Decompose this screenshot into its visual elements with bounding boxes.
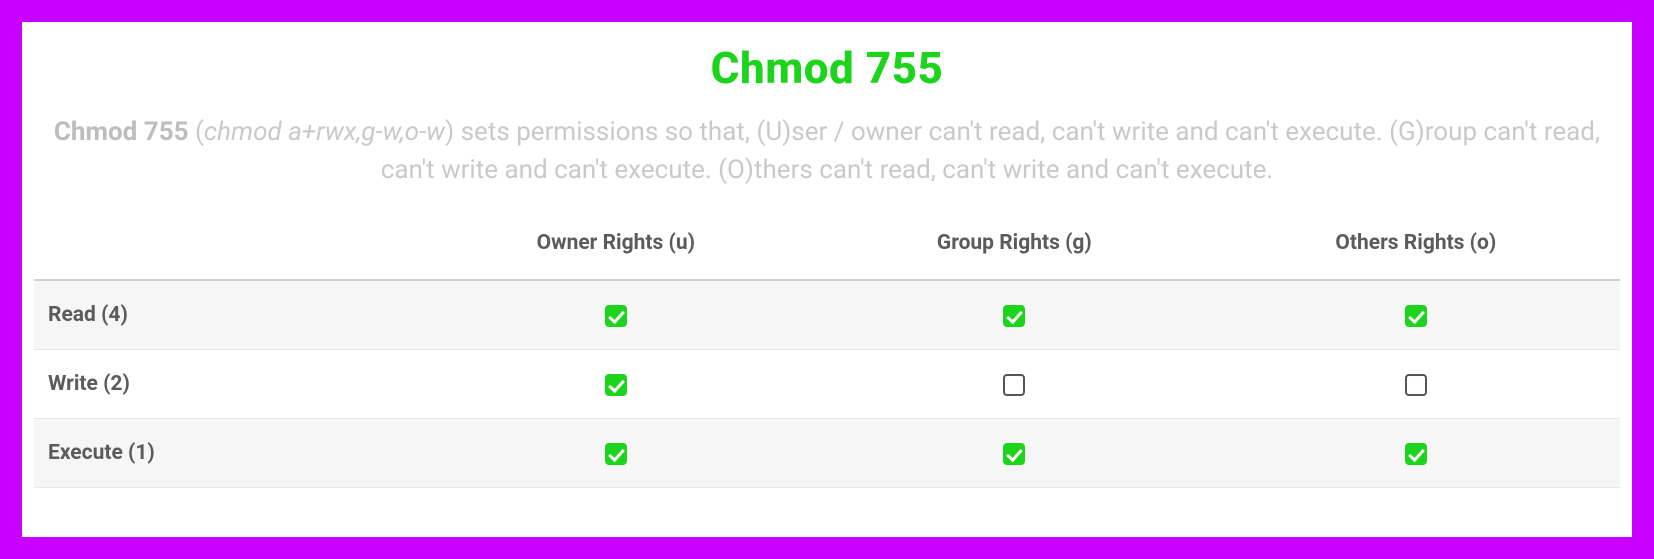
checkbox-read-group[interactable]: [1003, 305, 1025, 327]
desc-lead: Chmod 755: [54, 117, 189, 147]
desc-rest: ) sets permissions so that, (U)ser / own…: [381, 117, 1600, 185]
checkbox-read-owner[interactable]: [605, 305, 627, 327]
col-others: Others Rights (o): [1212, 215, 1620, 280]
checkbox-execute-others[interactable]: [1405, 443, 1427, 465]
checkbox-write-others[interactable]: [1405, 374, 1427, 396]
row-write-label: Write (2): [34, 350, 415, 419]
row-execute-label: Execute (1): [34, 419, 415, 488]
cell-read-others: [1212, 280, 1620, 350]
desc-paren-open: (: [189, 117, 204, 147]
cell-read-owner: [415, 280, 817, 350]
cell-execute-others: [1212, 419, 1620, 488]
checkbox-write-owner[interactable]: [605, 374, 627, 396]
checkbox-execute-owner[interactable]: [605, 443, 627, 465]
checkbox-write-group[interactable]: [1003, 374, 1025, 396]
checkbox-read-others[interactable]: [1405, 305, 1427, 327]
col-owner: Owner Rights (u): [415, 215, 817, 280]
cell-write-group: [817, 350, 1212, 419]
chmod-card: Chmod 755 Chmod 755 (chmod a+rwx,g-w,o-w…: [22, 22, 1632, 537]
desc-symbolic: chmod a+rwx,g-w,o-w: [204, 117, 445, 147]
col-empty: [34, 215, 415, 280]
description: Chmod 755 (chmod a+rwx,g-w,o-w) sets per…: [22, 114, 1632, 207]
cell-write-owner: [415, 350, 817, 419]
page-title: Chmod 755: [22, 42, 1632, 94]
cell-write-others: [1212, 350, 1620, 419]
table-header-row: Owner Rights (u) Group Rights (g) Others…: [34, 215, 1620, 280]
col-group: Group Rights (g): [817, 215, 1212, 280]
row-read: Read (4): [34, 280, 1620, 350]
cell-execute-group: [817, 419, 1212, 488]
row-execute: Execute (1): [34, 419, 1620, 488]
cell-execute-owner: [415, 419, 817, 488]
permissions-table: Owner Rights (u) Group Rights (g) Others…: [34, 215, 1620, 488]
checkbox-execute-group[interactable]: [1003, 443, 1025, 465]
row-read-label: Read (4): [34, 280, 415, 350]
row-write: Write (2): [34, 350, 1620, 419]
cell-read-group: [817, 280, 1212, 350]
